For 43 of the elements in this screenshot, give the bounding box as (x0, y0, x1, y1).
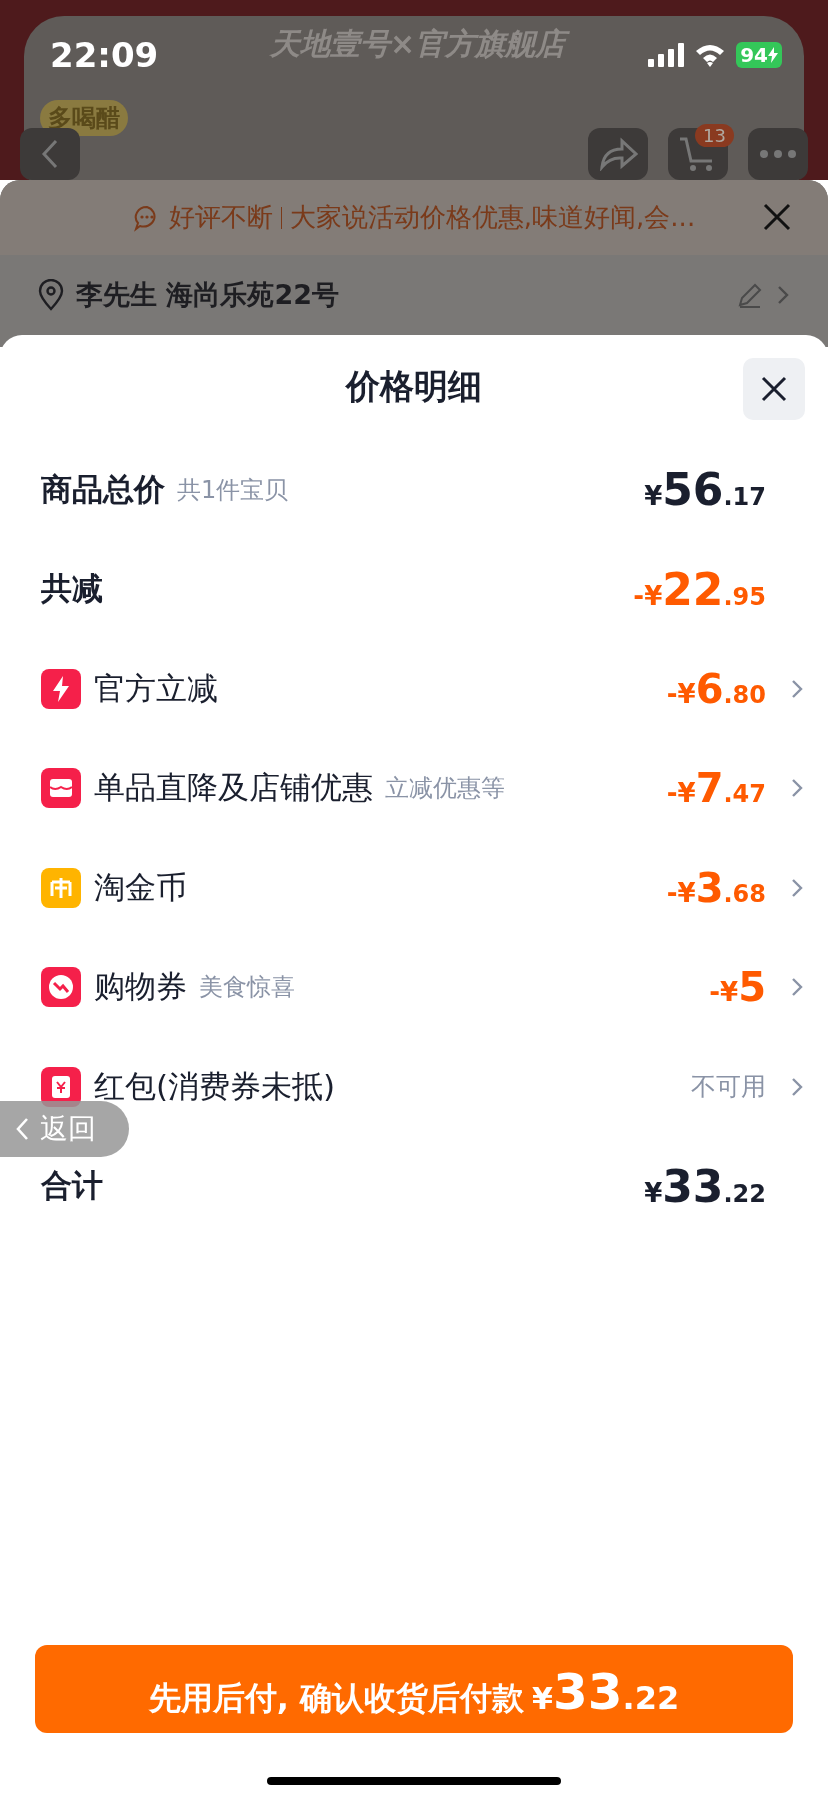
chevron-icon (14, 1116, 30, 1142)
amount: -¥7.47 (666, 765, 766, 812)
row-label: 淘金币 (94, 867, 187, 907)
amount: ¥56.17 (644, 464, 766, 516)
notice-tag: 好评不断 (168, 200, 273, 235)
row-label: 共减 (41, 569, 103, 609)
amount: ¥33.22 (644, 1160, 766, 1212)
row-note: 立减优惠等 (385, 773, 505, 805)
more-icon (758, 149, 798, 159)
coupon-icon (41, 967, 81, 1008)
coin-icon (41, 867, 81, 908)
notice-text: 大家说活动价格优惠,味道好闻,会... (289, 201, 696, 234)
share-button[interactable] (588, 128, 648, 180)
row-label: 官方立减 (94, 668, 218, 708)
wifi-icon (694, 43, 727, 67)
row-label: 单品直降及店铺优惠 (94, 768, 373, 808)
close-button[interactable] (743, 358, 805, 420)
shop-icon (41, 768, 81, 809)
more-button[interactable] (748, 128, 808, 180)
back-pill-button[interactable]: 返回 (0, 1101, 129, 1157)
sheet-title: 价格明细 (346, 365, 482, 408)
pay-button[interactable]: 先用后付, 确认收货后付款 ¥33.22 (35, 1645, 793, 1733)
back-button[interactable] (20, 128, 80, 180)
amount: -¥6.80 (666, 665, 766, 712)
signal-icon (648, 43, 685, 67)
amount: -¥3.68 (666, 864, 766, 911)
lightning-icon (41, 668, 81, 709)
close-icon (760, 375, 788, 403)
status-time: 22:09 (50, 35, 159, 75)
amount: -¥22.95 (633, 563, 766, 615)
location-pin-icon (38, 279, 64, 311)
share-icon (598, 137, 638, 171)
pencil-icon (736, 281, 764, 309)
row-note: 美食惊喜 (199, 972, 295, 1004)
row-note: 共1件宝贝 (177, 474, 289, 506)
row-label: 商品总价 (41, 469, 165, 509)
chevron-icon (776, 284, 790, 306)
status-text: 不可用 (691, 1071, 766, 1104)
amount: -¥5 (709, 964, 766, 1011)
battery-indicator: 94 (736, 42, 782, 68)
address-text: 李先生 海尚乐苑22号 (76, 278, 340, 312)
row-label: 合计 (41, 1166, 103, 1206)
row-label: 购物券 (94, 967, 187, 1007)
